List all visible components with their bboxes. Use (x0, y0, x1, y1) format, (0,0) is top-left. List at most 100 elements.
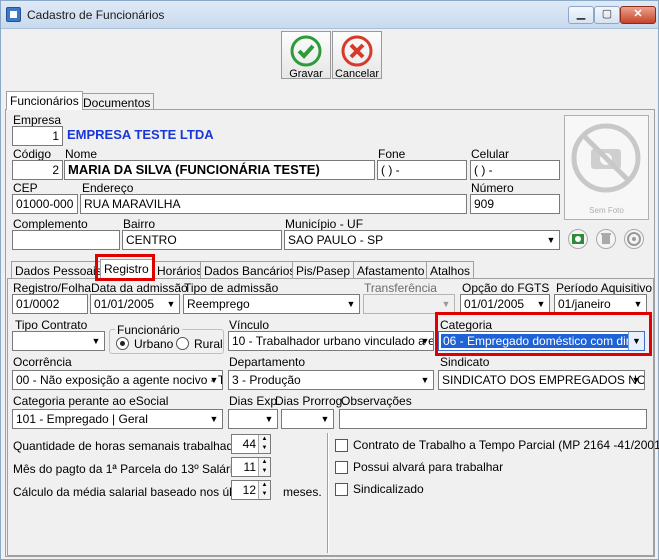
cancel-button[interactable]: Cancelar (332, 31, 382, 80)
empresa-label: Empresa (13, 113, 62, 127)
tipo-contrato-label: Tipo Contrato (15, 318, 88, 332)
data-admissao-select[interactable]: 01/01/2005 ▼ (90, 294, 180, 314)
ocorrencia-label: Ocorrência (13, 355, 72, 369)
fone-field[interactable]: ( ) - (377, 160, 467, 180)
celular-label: Celular (471, 147, 510, 161)
chevron-down-icon: ▼ (209, 375, 219, 385)
spin-up-icon[interactable]: ▲ (258, 458, 270, 467)
sindicalizado-checkbox[interactable] (335, 483, 348, 496)
title-bar[interactable]: Cadastro de Funcionários ▁ ▢ ✕ (1, 1, 658, 29)
close-button[interactable]: ✕ (620, 6, 656, 24)
sindicato-select[interactable]: SINDICATO DOS EMPREGADOS NO ▼ (438, 370, 645, 390)
periodo-aquisitivo-label: Período Aquisitivo (556, 281, 653, 295)
chevron-down-icon: ▼ (628, 332, 644, 350)
chevron-down-icon: ▼ (166, 299, 176, 309)
urbano-label: Urbano (134, 337, 174, 351)
transferencia-select: ▼ (363, 294, 455, 314)
tab-atalhos[interactable]: Atalhos (426, 261, 475, 278)
registro-folha-field[interactable]: 01/0002 (12, 294, 88, 314)
photo-delete-button[interactable] (596, 229, 616, 249)
photo-webcam-button[interactable] (624, 229, 644, 249)
save-label: Gravar (289, 68, 323, 80)
dias-exp-select[interactable]: ▼ (228, 409, 278, 429)
tipo-admissao-label: Tipo de admissão (184, 281, 279, 295)
spin-up-icon[interactable]: ▲ (258, 481, 270, 490)
bairro-field[interactable]: CENTRO (122, 230, 282, 250)
ocorrencia-select[interactable]: 00 - Não exposição a agente nocivo - T ▼ (12, 370, 223, 390)
trash-icon (601, 233, 611, 244)
municipio-value: SAO PAULO - SP (288, 233, 384, 247)
no-photo-label: Sem Foto (589, 206, 624, 215)
alvara-checkbox[interactable] (335, 461, 348, 474)
spin-down-icon[interactable]: ▼ (258, 490, 270, 499)
nome-label: Nome (65, 147, 98, 161)
employee-form-window: Cadastro de Funcionários ▁ ▢ ✕ Gravar Ca… (0, 0, 659, 560)
periodo-aquisitivo-select[interactable]: 01/janeiro ▼ (554, 294, 647, 314)
departamento-select[interactable]: 3 - Produção ▼ (228, 370, 434, 390)
spin-down-icon[interactable]: ▼ (258, 467, 270, 476)
sindicato-label: Sindicato (440, 355, 490, 369)
tipo-admissao-value: Reemprego (187, 297, 250, 311)
tipo-contrato-select[interactable]: ▼ (12, 331, 105, 351)
maximize-button[interactable]: ▢ (594, 6, 620, 24)
complemento-field[interactable] (12, 230, 120, 250)
tab-afastamento[interactable]: Afastamento (353, 261, 429, 278)
tipo-admissao-select[interactable]: Reemprego ▼ (183, 294, 360, 314)
fone-label: Fone (378, 147, 406, 161)
endereco-field[interactable]: RUA MARAVILHA (80, 194, 467, 214)
cep-label: CEP (13, 181, 38, 195)
municipio-label: Município - UF (285, 217, 364, 231)
cep-field[interactable]: 01000-000 (12, 194, 78, 214)
municipio-select[interactable]: SAO PAULO - SP ▼ (284, 230, 560, 250)
tab-registro[interactable]: Registro (100, 259, 153, 279)
empresa-code-field[interactable]: 1 (12, 126, 63, 146)
opcao-fgts-value: 01/01/2005 (464, 297, 525, 311)
vinculo-select[interactable]: 10 - Trabalhador urbano vinculado a em ▼ (228, 331, 434, 351)
spin-up-icon[interactable]: ▲ (258, 435, 270, 444)
rural-radio[interactable] (176, 337, 189, 350)
contrato-parcial-checkbox[interactable] (335, 439, 348, 452)
webcam-icon (627, 232, 641, 246)
tab-funcionarios[interactable]: Funcionários (6, 91, 83, 110)
opcao-fgts-select[interactable]: 01/01/2005 ▼ (460, 294, 550, 314)
vinculo-value: 10 - Trabalhador urbano vinculado a em (232, 334, 434, 348)
categoria-select[interactable]: 06 - Empregado doméstico com direito ▼ (438, 331, 645, 351)
tab-horarios[interactable]: Horários (153, 261, 207, 278)
chevron-down-icon: ▼ (420, 336, 430, 346)
urbano-radio[interactable] (116, 337, 129, 350)
mes-13-stepper[interactable]: 11 ▲ ▼ (231, 457, 271, 477)
save-button[interactable]: Gravar (281, 31, 331, 80)
spin-down-icon[interactable]: ▼ (258, 444, 270, 453)
contrato-parcial-label: Contrato de Trabalho a Tempo Parcial (MP… (353, 438, 659, 452)
celular-field[interactable]: ( ) - (470, 160, 560, 180)
horas-semanais-value: 44 (242, 437, 256, 451)
codigo-field[interactable]: 2 (12, 160, 63, 180)
media-salarial-stepper[interactable]: 12 ▲ ▼ (231, 480, 271, 500)
alvara-label: Possui alvará para trabalhar (353, 460, 504, 474)
chevron-down-icon: ▼ (633, 299, 643, 309)
numero-field[interactable]: 909 (470, 194, 560, 214)
numero-label: Número (471, 181, 514, 195)
observacoes-field[interactable] (339, 409, 647, 429)
mes-13-value: 11 (243, 460, 256, 474)
ocorrencia-value: 00 - Não exposição a agente nocivo - T (16, 373, 223, 387)
horas-semanais-stepper[interactable]: 44 ▲ ▼ (231, 434, 271, 454)
minimize-button[interactable]: ▁ (568, 6, 594, 24)
tab-pis-pasep[interactable]: Pis/Pasep (292, 261, 355, 278)
dias-prorrog-select[interactable]: ▼ (281, 409, 334, 429)
data-admissao-value: 01/01/2005 (94, 297, 155, 311)
categoria-esocial-select[interactable]: 101 - Empregado | Geral ▼ (12, 409, 223, 429)
nome-field[interactable]: MARIA DA SILVA (FUNCIONÁRIA TESTE) (64, 160, 375, 180)
tab-dados-pessoais[interactable]: Dados Pessoais (11, 261, 106, 278)
meses-label: meses. (283, 485, 322, 499)
tab-documentos[interactable]: Documentos (79, 93, 155, 110)
dias-prorrog-label: Dias Prorrog. (275, 394, 346, 408)
no-photo-camera-icon (571, 123, 641, 193)
photo-import-button[interactable] (568, 229, 588, 249)
photo-box[interactable]: Sem Foto (564, 115, 649, 220)
check-icon (290, 35, 322, 67)
chevron-down-icon: ▼ (441, 299, 451, 309)
tab-dados-bancarios[interactable]: Dados Bancários (200, 261, 300, 278)
sindicato-value: SINDICATO DOS EMPREGADOS NO (442, 373, 645, 387)
endereco-label: Endereço (82, 181, 134, 195)
